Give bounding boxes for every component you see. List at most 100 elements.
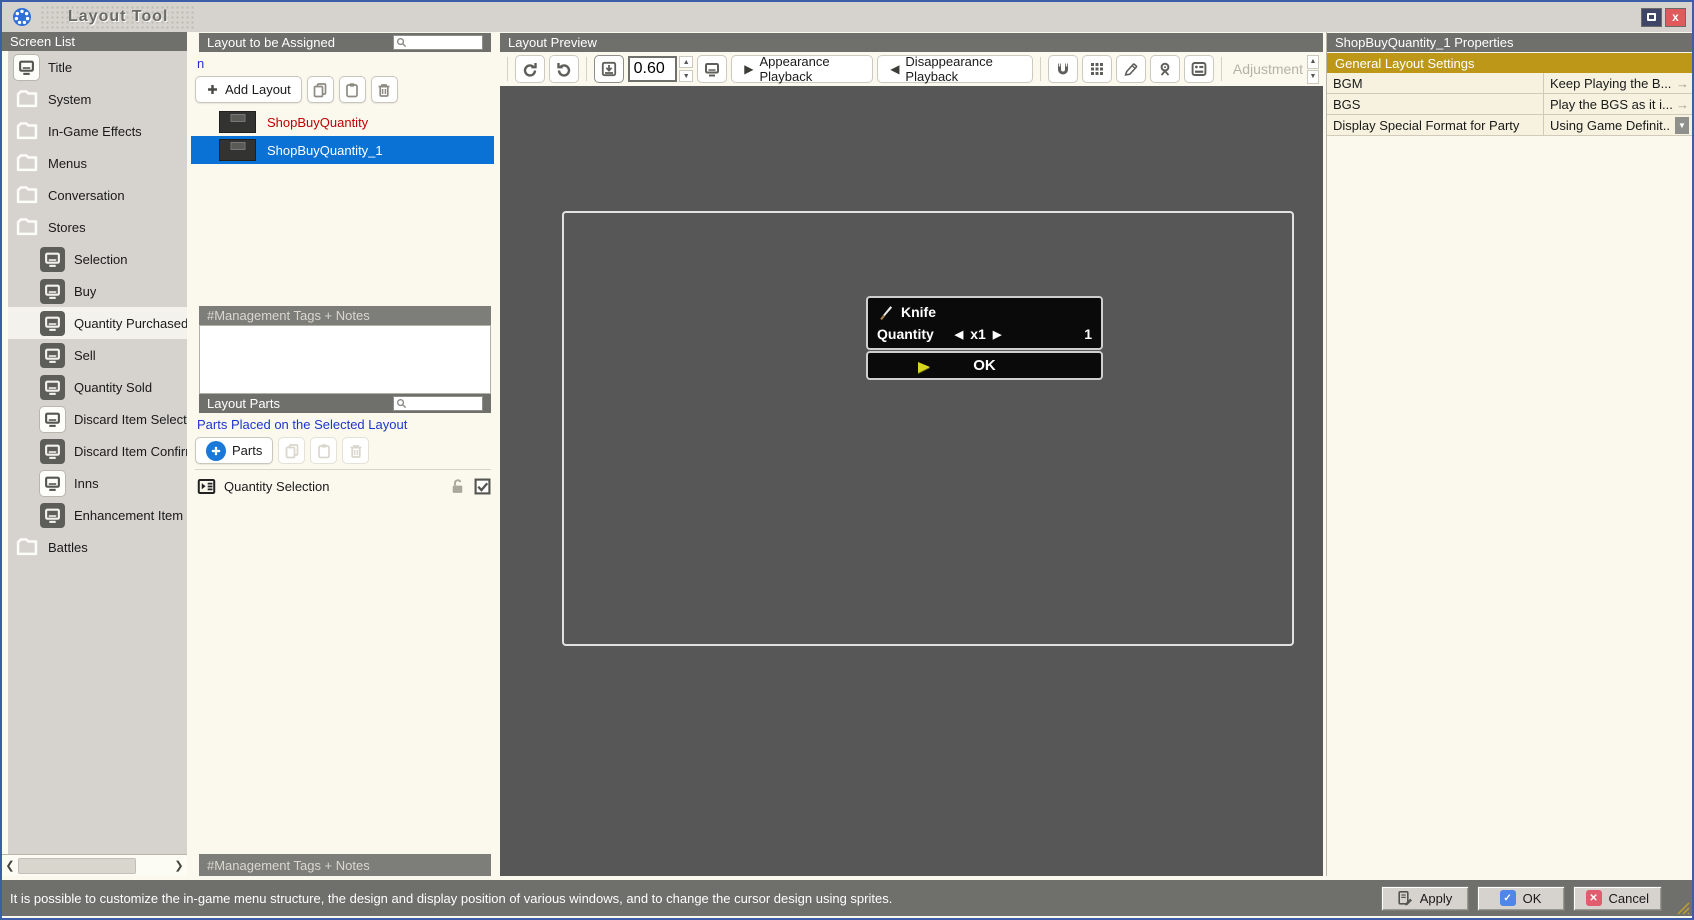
scrollbar-thumb[interactable] [18, 858, 136, 874]
paste-icon [316, 443, 332, 459]
delete-layout-button[interactable] [371, 76, 398, 103]
item-name: Knife [901, 304, 936, 320]
play-icon: ▶ [744, 62, 753, 76]
zoom-value-box [628, 56, 678, 82]
resize-grip[interactable] [1674, 899, 1690, 915]
grid-icon [1089, 61, 1105, 77]
general-layout-settings-section[interactable]: General Layout Settings [1327, 53, 1694, 73]
draw-button[interactable] [1116, 55, 1146, 83]
apply-icon [1397, 890, 1413, 906]
property-label: BGS [1327, 94, 1543, 114]
paste-part-button[interactable] [310, 437, 337, 464]
fit-to-screen-button[interactable] [594, 55, 624, 83]
ok-button[interactable]: ✓ OK [1477, 886, 1565, 911]
arrow-right-icon: → [1676, 97, 1689, 112]
layout-parts-view-button[interactable] [1184, 55, 1214, 83]
sidebar-item-quantity-sold[interactable]: Quantity Sold [2, 371, 187, 403]
dropdown-button[interactable]: ▼ [1675, 117, 1689, 134]
trash-icon [348, 443, 364, 459]
toolbar-scroll-up[interactable]: ▲ [1307, 55, 1319, 69]
preview-canvas[interactable]: Knife Quantity ◀ x1 ▶ 1 OK [500, 86, 1323, 876]
check-icon: ✓ [1500, 890, 1516, 906]
screen-preview-button[interactable] [697, 55, 727, 83]
layout-preview-title: Layout Preview [508, 35, 597, 50]
parts-search-input[interactable] [409, 397, 480, 410]
zoom-up-button[interactable]: ▲ [679, 56, 693, 68]
snap-button[interactable] [1048, 55, 1078, 83]
quantity-dialog-preview[interactable]: Knife Quantity ◀ x1 ▶ 1 OK [866, 296, 1103, 380]
apply-button[interactable]: Apply [1381, 886, 1469, 911]
search-icon [396, 37, 407, 48]
sidebar-item-enhancement-item[interactable]: Enhancement Item S [2, 499, 187, 531]
screen-list-panel: Screen List Title System In-Game Effects… [2, 32, 187, 876]
disappearance-playback-button[interactable]: ◀ Disappearance Playback [877, 55, 1033, 83]
sidebar-item-ingame-effects[interactable]: In-Game Effects [2, 115, 187, 147]
titlebar: Layout Tool x [2, 2, 1692, 32]
scroll-left-arrow[interactable]: ❮ [2, 855, 18, 877]
property-value-bgs[interactable]: Play the BGS as it i... → [1543, 94, 1694, 114]
delete-part-button[interactable] [342, 437, 369, 464]
grid-button[interactable] [1082, 55, 1112, 83]
appearance-playback-button[interactable]: ▶ Appearance Playback [731, 55, 873, 83]
trash-icon [376, 82, 392, 98]
sidebar-item-conversation[interactable]: Conversation [2, 179, 187, 211]
decrease-arrow-icon: ◀ [955, 328, 963, 341]
unlock-icon[interactable] [449, 478, 466, 495]
layout-preview-panel: Layout Preview ▲ ▼ ▶ Appearance Playback… [498, 32, 1323, 876]
parts-subtitle: Parts Placed on the Selected Layout [197, 417, 407, 432]
part-item-quantity-selection[interactable]: Quantity Selection [197, 472, 491, 500]
properties-title: ShopBuyQuantity_1 Properties [1335, 35, 1514, 50]
visible-checkbox[interactable] [474, 478, 491, 495]
toolbar-scroll-down[interactable]: ▼ [1307, 70, 1319, 84]
search-icon [396, 398, 407, 409]
sidebar-item-sell[interactable]: Sell [2, 339, 187, 371]
add-parts-button[interactable]: Parts [195, 437, 273, 464]
maximize-button[interactable] [1641, 8, 1662, 27]
redo-button[interactable] [549, 55, 579, 83]
part-icon [197, 477, 216, 496]
undo-icon [522, 61, 538, 78]
zoom-input[interactable] [634, 60, 672, 78]
scroll-right-arrow[interactable]: ❯ [171, 855, 187, 877]
monitor-icon [14, 55, 39, 80]
sidebar-item-title[interactable]: Title [2, 51, 187, 83]
camera-button[interactable] [1150, 55, 1180, 83]
sidebar-item-selection[interactable]: Selection [2, 243, 187, 275]
sidebar-item-inns[interactable]: Inns [2, 467, 187, 499]
sidebar-item-battles[interactable]: Battles [2, 531, 187, 563]
sidebar-item-stores[interactable]: Stores [2, 211, 187, 243]
parts-search-box[interactable] [393, 396, 483, 411]
property-value-bgm[interactable]: Keep Playing the B... → [1543, 73, 1694, 93]
zoom-down-button[interactable]: ▼ [679, 70, 693, 82]
sidebar-item-system[interactable]: System [2, 83, 187, 115]
management-tags-textarea[interactable] [199, 325, 491, 394]
close-button[interactable]: x [1665, 8, 1686, 27]
property-row-bgs: BGS Play the BGS as it i... → [1327, 94, 1694, 115]
horizontal-scrollbar[interactable]: ❮ ❯ [2, 854, 187, 876]
layout-assign-panel: Layout to be Assigned n Add Layout ShopB… [191, 32, 494, 876]
copy-part-button[interactable] [278, 437, 305, 464]
monitor-icon [40, 407, 65, 432]
sidebar-item-menus[interactable]: Menus [2, 147, 187, 179]
projector-icon [1157, 61, 1173, 78]
layout-assign-header: Layout to be Assigned [199, 33, 491, 52]
undo-button[interactable] [515, 55, 545, 83]
sidebar-item-quantity-purchased[interactable]: Quantity Purchased [2, 307, 187, 339]
layout-search-box[interactable] [393, 35, 483, 50]
layout-box-icon [1191, 60, 1207, 78]
sidebar-item-discard-item-selection[interactable]: Discard Item Selectio [2, 403, 187, 435]
increase-arrow-icon: ▶ [993, 328, 1001, 341]
layout-item-shopbuyquantity[interactable]: ShopBuyQuantity [191, 108, 494, 136]
sidebar-item-buy[interactable]: Buy [2, 275, 187, 307]
preview-toolbar: ▲ ▼ ▶ Appearance Playback ◀ Disappearanc… [500, 52, 1323, 86]
copy-layout-button[interactable] [307, 76, 334, 103]
layout-search-input[interactable] [409, 36, 480, 49]
property-value-party-format[interactable]: Using Game Definit.. ▼ [1543, 115, 1694, 135]
cancel-button[interactable]: ✕ Cancel [1573, 886, 1662, 911]
sidebar-item-discard-item-confirm[interactable]: Discard Item Confirm [2, 435, 187, 467]
add-layout-button[interactable]: Add Layout [195, 76, 302, 103]
paste-layout-button[interactable] [339, 76, 366, 103]
monitor-icon [704, 60, 720, 79]
adjustment-label: Adjustment [1233, 61, 1303, 77]
layout-item-shopbuyquantity-1[interactable]: ShopBuyQuantity_1 [191, 136, 494, 164]
